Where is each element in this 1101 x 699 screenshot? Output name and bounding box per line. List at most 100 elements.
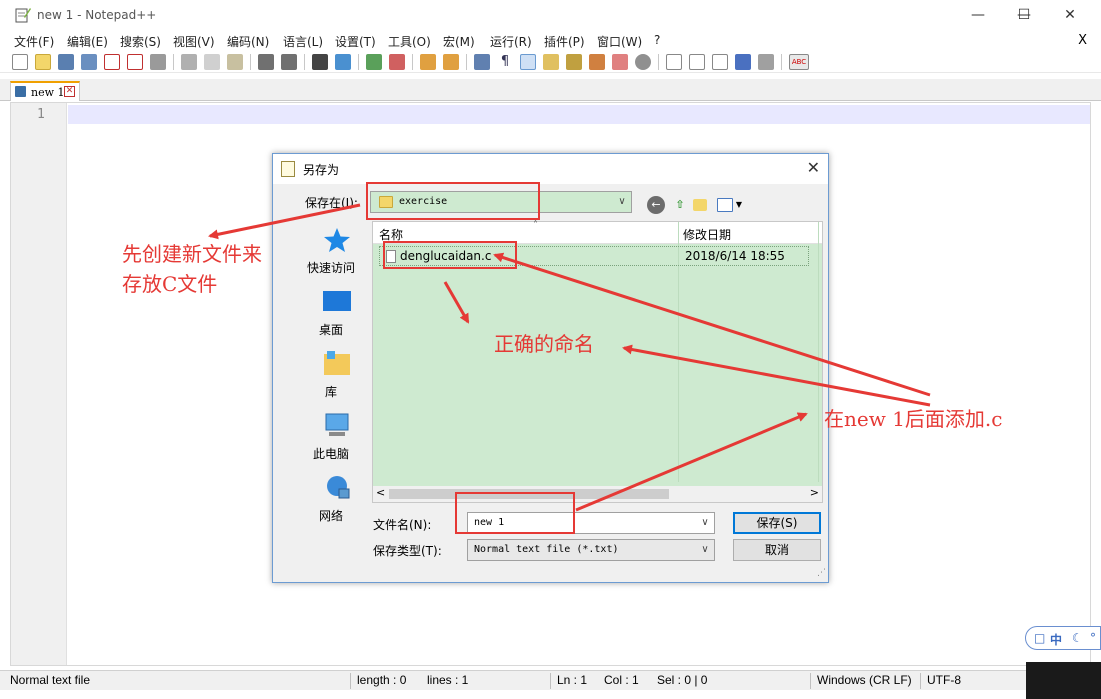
cancel-button[interactable]: 取消 [733, 539, 821, 561]
place-this-pc[interactable]: 此电脑 [290, 413, 372, 469]
toolbar-separator [412, 54, 413, 70]
status-bar: Normal text file length : 0 lines : 1 Ln… [0, 670, 1026, 690]
close-all-icon[interactable] [127, 54, 143, 70]
new-folder-icon[interactable] [693, 199, 707, 211]
window-title: new 1 - Notepad++ [37, 8, 157, 22]
tab-close-icon[interactable]: ✕ [64, 86, 75, 97]
filetype-label: 保存类型(T): [373, 544, 442, 558]
view-menu-icon[interactable] [717, 198, 733, 212]
save-all-icon[interactable] [81, 54, 97, 70]
doc-map-icon[interactable] [566, 54, 582, 70]
star-icon [324, 228, 350, 252]
scroll-left-icon[interactable]: < [376, 486, 385, 499]
show-all-chars-icon[interactable]: ¶ [497, 54, 513, 70]
menu-window[interactable]: 窗口(W) [597, 33, 642, 50]
menu-plugins[interactable]: 插件(P) [544, 33, 585, 50]
sync-vertical-icon[interactable] [420, 54, 436, 70]
status-divider [350, 673, 351, 689]
cut-icon[interactable] [181, 54, 197, 70]
place-label: 此电脑 [312, 447, 349, 461]
horizontal-scrollbar[interactable]: < > [373, 486, 822, 502]
monitoring-icon[interactable] [635, 54, 651, 70]
open-file-icon[interactable] [35, 54, 51, 70]
filetype-select[interactable]: Normal text file (*.txt) ∨ [467, 539, 715, 561]
ime-indicator[interactable]: □ 中 ☾ ° [1025, 626, 1101, 650]
status-divider [550, 673, 551, 689]
menu-search[interactable]: 搜索(S) [120, 33, 161, 50]
menu-macro[interactable]: 宏(M) [443, 33, 475, 50]
redo-icon[interactable] [281, 54, 297, 70]
copy-icon[interactable] [204, 54, 220, 70]
close-file-icon[interactable] [104, 54, 120, 70]
function-list-icon[interactable] [589, 54, 605, 70]
tab-new-1[interactable]: new 1 ✕ [10, 81, 80, 101]
scroll-right-icon[interactable]: > [810, 486, 819, 499]
save-button[interactable]: 保存(S) [733, 512, 821, 534]
chevron-down-icon: ∨ [701, 517, 709, 528]
column-header-modified[interactable]: 修改日期 [683, 226, 731, 243]
current-line-highlight [68, 105, 1090, 124]
print-icon[interactable] [150, 54, 166, 70]
zoom-out-icon[interactable] [389, 54, 405, 70]
status-col: Col : 1 [604, 673, 639, 687]
paste-icon[interactable] [227, 54, 243, 70]
status-ln: Ln : 1 [557, 673, 588, 687]
back-icon[interactable]: ← [647, 196, 665, 214]
stop-macro-icon[interactable] [689, 54, 705, 70]
menu-language[interactable]: 语言(L) [283, 33, 323, 50]
undo-icon[interactable] [258, 54, 274, 70]
status-file-type: Normal text file [10, 673, 91, 687]
place-quick-access[interactable]: 快速访问 [290, 227, 372, 283]
menu-edit[interactable]: 编辑(E) [67, 33, 108, 50]
view-dropdown-icon[interactable]: ▼ [734, 196, 744, 214]
place-network[interactable]: 网络 [290, 475, 372, 531]
desktop-icon [323, 291, 351, 311]
places-bar: 快速访问 桌面 库 此电脑 网络 [290, 221, 372, 523]
define-language-icon[interactable] [543, 54, 559, 70]
place-desktop[interactable]: 桌面 [290, 289, 372, 345]
dot-icon: ° [1090, 631, 1096, 645]
replace-icon[interactable] [335, 54, 351, 70]
menu-view[interactable]: 视图(V) [173, 33, 215, 50]
tab-bar: new 1 ✕ [0, 79, 1101, 101]
dialog-title: 另存为 [303, 163, 340, 177]
minimize-button-glyph[interactable]: — [955, 0, 1001, 30]
save-macro-icon[interactable] [758, 54, 774, 70]
menu-run[interactable]: 运行(R) [490, 33, 532, 50]
filetype-value: Normal text file (*.txt) [474, 544, 619, 555]
menu-help[interactable]: ? [654, 33, 660, 47]
maximize-button[interactable]: ☐ [1001, 0, 1047, 30]
desktop-background [1026, 662, 1101, 699]
menu-encoding[interactable]: 编码(N) [227, 33, 269, 50]
word-wrap-icon[interactable] [474, 54, 490, 70]
up-folder-icon[interactable]: ⇧ [671, 196, 689, 214]
close-window-button[interactable]: ✕ [1047, 0, 1093, 30]
play-macro-icon[interactable] [712, 54, 728, 70]
toolbar-separator [658, 54, 659, 70]
line-number: 1 [37, 107, 45, 122]
dialog-title-bar: 另存为 ✕ [273, 154, 828, 184]
close-document-icon[interactable]: X [1078, 33, 1087, 48]
record-macro-icon[interactable] [666, 54, 682, 70]
run-macro-multiple-icon[interactable] [735, 54, 751, 70]
menu-settings[interactable]: 设置(T) [335, 33, 376, 50]
folder-workspace-icon[interactable] [612, 54, 628, 70]
status-sel: Sel : 0 | 0 [657, 673, 708, 687]
status-encoding: UTF-8 [927, 673, 961, 687]
zoom-in-icon[interactable] [366, 54, 382, 70]
find-icon[interactable] [312, 54, 328, 70]
menu-file[interactable]: 文件(F) [14, 33, 54, 50]
place-label: 网络 [318, 509, 343, 523]
status-divider [810, 673, 811, 689]
sync-horizontal-icon[interactable] [443, 54, 459, 70]
indent-guide-icon[interactable] [520, 54, 536, 70]
save-icon[interactable] [58, 54, 74, 70]
notepad-plus-plus-icon [15, 8, 31, 23]
new-file-icon[interactable] [12, 54, 28, 70]
place-library[interactable]: 库 [290, 351, 372, 407]
toolbar-separator [173, 54, 174, 70]
menu-tools[interactable]: 工具(O) [388, 33, 431, 50]
spell-check-icon[interactable]: ABC [789, 54, 809, 70]
resize-grip-icon[interactable]: ⋰ [817, 568, 826, 578]
dialog-close-icon[interactable]: ✕ [807, 158, 820, 177]
